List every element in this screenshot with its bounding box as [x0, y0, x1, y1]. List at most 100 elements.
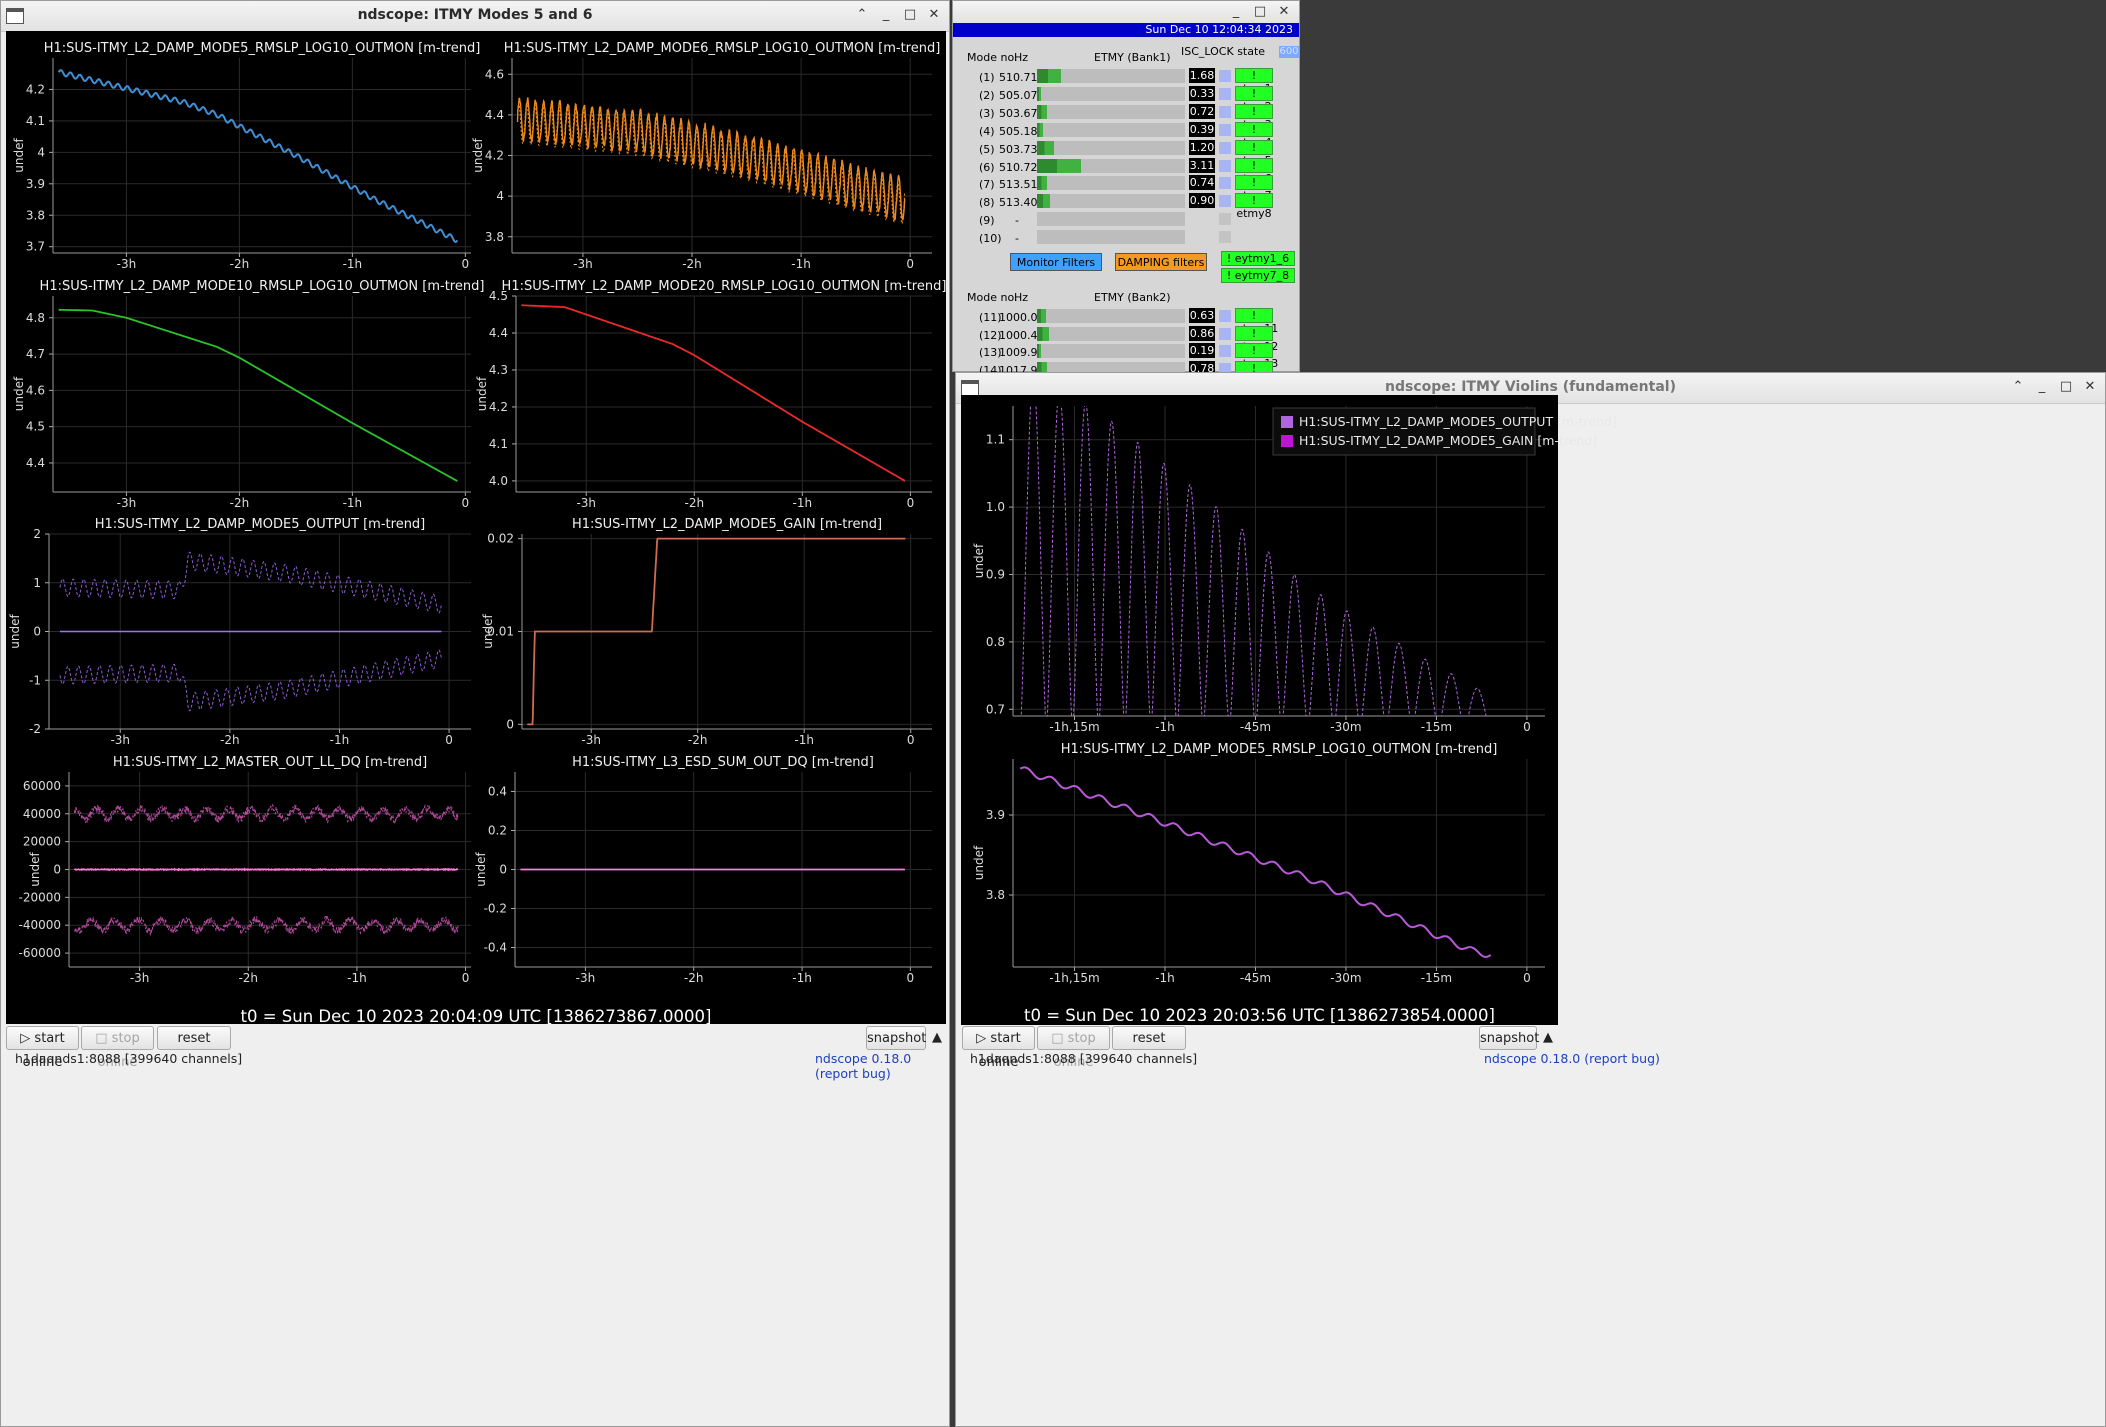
close-icon[interactable]: ✕ — [925, 5, 943, 25]
amplitude-bar — [1037, 309, 1185, 323]
mode-filter-button[interactable]: ! etmy6 — [1235, 157, 1273, 185]
amplitude-fill — [1037, 86, 1042, 101]
start-online-button[interactable]: ▷ start online — [6, 1026, 79, 1070]
amplitude-value: 0.19 — [1189, 343, 1215, 359]
expand-icon[interactable]: ▲ — [1539, 1026, 1557, 1050]
mode-filter-button[interactable]: ! etmy4 — [1235, 121, 1273, 149]
amplitude-value: 1.68 — [1189, 68, 1215, 83]
minimize-icon[interactable]: _ — [877, 5, 895, 25]
group-button-7-8[interactable]: ! eytmy7_8 — [1221, 268, 1295, 283]
medm-titlebar[interactable]: _ □ ✕ — [953, 1, 1299, 24]
amplitude-fill — [1037, 69, 1062, 83]
reset-button[interactable]: reset — [1112, 1026, 1186, 1050]
bank2-title: ETMY (Bank2) — [1094, 291, 1171, 304]
status-indicator — [1219, 231, 1231, 244]
mode-filter-button[interactable]: ! etmy2 — [1235, 85, 1273, 113]
window-title: ndscope: ITMY Modes 5 and 6 — [357, 7, 593, 23]
amplitude-bar — [1037, 69, 1185, 83]
amplitude-value: 3.11 — [1189, 157, 1215, 173]
amplitude-value: 0.63 — [1189, 308, 1215, 323]
amplitude-fill — [1037, 122, 1043, 137]
snapshot-button[interactable]: snapshot — [1479, 1026, 1539, 1050]
close-icon[interactable]: ✕ — [2081, 377, 2099, 397]
shade-icon[interactable]: ⌃ — [2009, 377, 2027, 397]
mode-number: (3) — [979, 106, 995, 120]
amplitude-value: 0.72 — [1189, 103, 1215, 119]
isc-lock-value: 600 — [1279, 46, 1299, 58]
amplitude-value: 0.86 — [1189, 325, 1215, 341]
medm-date: Sun Dec 10 12:04:34 2023 — [1145, 23, 1293, 36]
amplitude-fill — [1037, 326, 1049, 341]
start-online-button[interactable]: ▷ start online — [962, 1026, 1035, 1070]
amplitude-bar — [1037, 158, 1185, 173]
close-icon[interactable]: ✕ — [1275, 2, 1293, 22]
mode-number: (8) — [979, 196, 995, 210]
version-link[interactable]: ndscope 0.18.0 (report bug) — [815, 1051, 949, 1081]
plot-area[interactable] — [961, 395, 1558, 1025]
status-indicator — [1219, 195, 1231, 208]
mode-number: (10) — [979, 232, 1002, 246]
status-indicator — [1219, 345, 1231, 358]
snapshot-button[interactable]: snapshot — [866, 1026, 926, 1050]
mode-filter-button[interactable]: ! etmy11 — [1235, 308, 1278, 335]
connection-status: h1daqnds1:8088 [399640 channels] — [15, 1051, 243, 1066]
amplitude-fill — [1037, 158, 1082, 173]
amplitude-fill — [1037, 104, 1048, 119]
medm-date-bar: Sun Dec 10 12:04:34 2023 — [953, 23, 1299, 37]
damping-filters-button[interactable]: DAMPING filters — [1115, 253, 1207, 271]
mode-number: (4) — [979, 124, 995, 138]
ndscope-window-modes: ndscope: ITMY Modes 5 and 6 ⌃ _ □ ✕ t0 =… — [0, 0, 950, 1427]
amplitude-fill — [1037, 176, 1048, 191]
window-titlebar[interactable]: ndscope: ITMY Modes 5 and 6 ⌃ _ □ ✕ — [1, 1, 949, 32]
monitor-filters-button[interactable]: Monitor Filters — [1010, 253, 1102, 271]
mode-no-header: Mode no. — [967, 291, 1018, 304]
play-icon: ▷ — [976, 1031, 991, 1046]
amplitude-bar — [1037, 86, 1185, 101]
mode-no-header: Mode no. — [967, 51, 1018, 64]
version-link[interactable]: ndscope 0.18.0 (report bug) — [1484, 1051, 1660, 1066]
minimize-icon[interactable]: _ — [2033, 377, 2051, 397]
amplitude-bar — [1037, 344, 1185, 359]
mode-number: (9) — [979, 214, 995, 228]
status-indicator — [1219, 213, 1231, 226]
mode-filter-button[interactable]: ! etmy13 — [1235, 343, 1278, 370]
amplitude-bar — [1037, 212, 1185, 227]
maximize-icon[interactable]: □ — [901, 5, 919, 25]
amplitude-value: 1.20 — [1189, 139, 1215, 155]
mode-filter-button[interactable]: ! etmy5 — [1235, 139, 1273, 167]
plot-area[interactable] — [6, 31, 946, 1024]
mode-filter-button[interactable]: ! etmy1 — [1235, 68, 1273, 95]
amplitude-bar — [1037, 122, 1185, 137]
amplitude-value: 0.90 — [1189, 193, 1215, 209]
amplitude-value: 0.39 — [1189, 121, 1215, 137]
maximize-icon[interactable]: □ — [2057, 377, 2075, 397]
connection-status: h1daqnds1:8088 [399640 channels] — [970, 1051, 1198, 1066]
hz-header: Hz — [1014, 291, 1029, 304]
status-indicator — [1219, 70, 1231, 82]
mode-filter-button[interactable]: ! etmy3 — [1235, 103, 1273, 131]
stop-online-button[interactable]: □ stop online — [81, 1026, 154, 1070]
status-indicator — [1219, 123, 1231, 136]
status-indicator — [1219, 177, 1231, 190]
status-indicator — [1219, 327, 1231, 340]
mode-number: (7) — [979, 178, 995, 192]
minimize-icon[interactable]: _ — [1227, 2, 1245, 22]
bank1-title: ETMY (Bank1) — [1094, 51, 1171, 64]
amplitude-bar — [1037, 140, 1185, 155]
expand-icon[interactable]: ▲ — [928, 1026, 946, 1050]
shade-icon[interactable]: ⌃ — [853, 5, 871, 25]
ndscope-window-violins: ndscope: ITMY Violins (fundamental) ⌃ _ … — [955, 372, 2106, 1427]
mode-number: (1) — [979, 71, 995, 84]
reset-button[interactable]: reset — [157, 1026, 231, 1050]
play-icon: ▷ — [20, 1031, 35, 1046]
amplitude-bar — [1037, 230, 1185, 245]
stop-online-button[interactable]: □ stop online — [1037, 1026, 1110, 1070]
mode-frequency: - — [1015, 214, 1019, 228]
group-button-1-6[interactable]: ! eytmy1_6 — [1221, 251, 1295, 266]
mode-filter-button[interactable]: ! etmy12 — [1235, 325, 1278, 353]
mode-filter-button[interactable]: ! etmy8 — [1235, 193, 1273, 220]
maximize-icon[interactable]: □ — [1251, 2, 1269, 22]
isc-lock-label: ISC_LOCK state — [1181, 45, 1266, 58]
mode-filter-button[interactable]: ! etmy7 — [1235, 175, 1273, 202]
amplitude-bar — [1037, 194, 1185, 209]
